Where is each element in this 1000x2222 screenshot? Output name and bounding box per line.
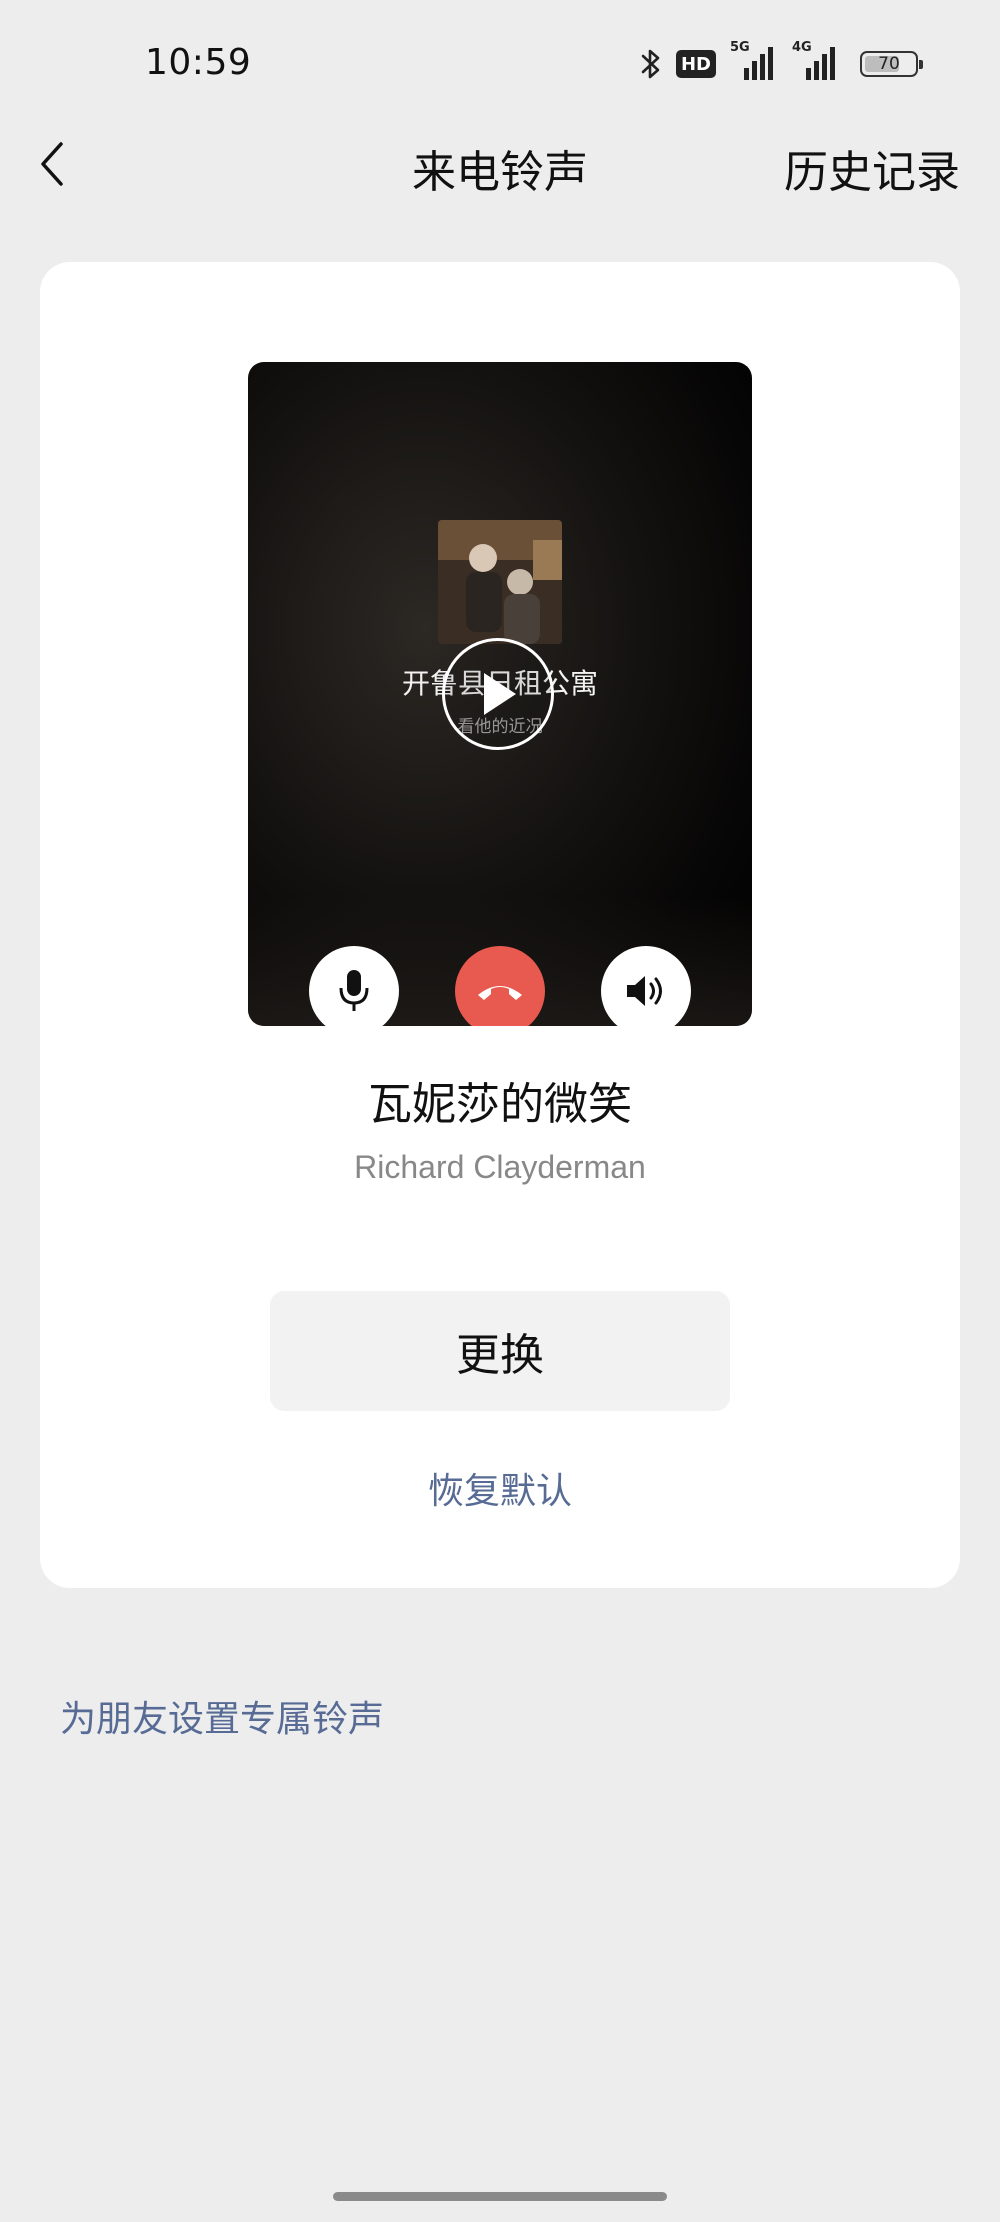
change-ringtone-button[interactable]: 更换: [270, 1291, 730, 1411]
speaker-icon: [627, 976, 662, 1006]
speaker-button: [601, 946, 691, 1026]
nav-bar: 来电铃声 历史记录: [0, 110, 1000, 220]
ringtone-card: 开鲁县日租公寓 看他的近况: [40, 262, 960, 1588]
ringtone-settings-screen: 10:59 HD 5G 4G 70 来电铃声 历史记录 看他的近况 瓦妮莎的微笑…: [0, 0, 1000, 2222]
ringtone-artist: Richard Clayderman: [354, 1149, 646, 1185]
caller-avatar: [438, 520, 562, 644]
microphone-icon: [339, 970, 369, 1011]
signal-4g-icon: 4G: [792, 40, 840, 82]
signal-5g-icon: 5G: [730, 40, 778, 82]
phone-hangup-icon: [478, 986, 522, 1000]
home-indicator[interactable]: [333, 2192, 667, 2201]
history-button[interactable]: 历史记录: [784, 136, 960, 200]
battery-level-text: 70: [878, 54, 900, 74]
incoming-call-preview[interactable]: 开鲁县日租公寓 看他的近况: [248, 362, 752, 1026]
ringtone-title: 瓦妮莎的微笑: [368, 1079, 632, 1130]
status-icons: HD 5G 4G 70: [640, 40, 923, 84]
battery-icon: 70: [860, 51, 923, 77]
hangup-button: [455, 946, 545, 1026]
bluetooth-icon: [641, 49, 660, 79]
restore-default-link[interactable]: 恢复默认: [40, 1462, 960, 1514]
friend-ringtone-link[interactable]: 为朋友设置专属铃声: [60, 1690, 384, 1742]
status-bar: 10:59 HD 5G 4G 70: [0, 0, 1000, 110]
hd-voice-badge: HD: [676, 50, 716, 78]
status-time: 10:59: [145, 42, 252, 83]
play-preview-button[interactable]: [442, 638, 554, 750]
mute-button: [309, 946, 399, 1026]
play-icon: [484, 673, 516, 715]
